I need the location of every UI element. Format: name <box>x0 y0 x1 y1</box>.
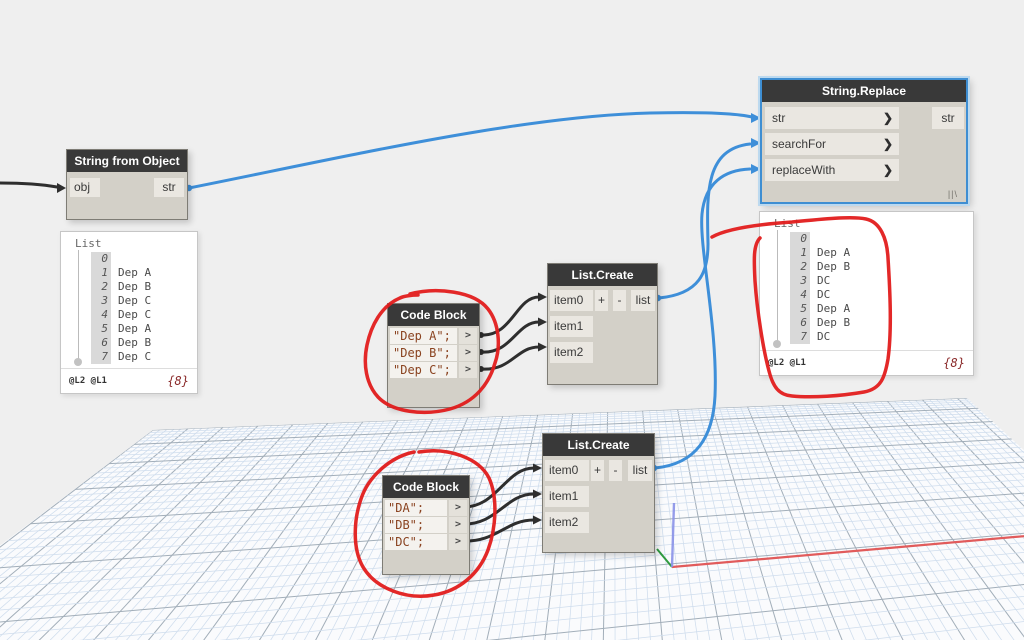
red-annotations <box>353 216 893 598</box>
red-circle-code-block-bottom <box>353 449 497 598</box>
red-circle-result-list <box>710 216 893 399</box>
red-circle-code-block-top <box>363 289 501 415</box>
dynamo-workspace[interactable]: String from Object obj str List 0 1 Dep A… <box>0 0 1024 640</box>
